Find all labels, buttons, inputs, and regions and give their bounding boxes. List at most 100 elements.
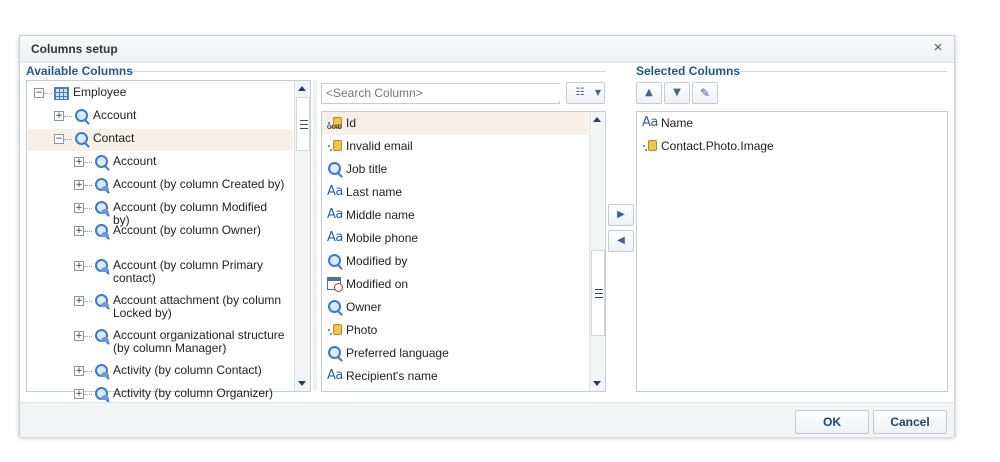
column-list-item[interactable]: Modified by [322, 250, 588, 273]
column-list-item[interactable]: Photo [322, 319, 588, 342]
magnifier-icon [328, 162, 341, 175]
column-list-item[interactable]: Job title [322, 158, 588, 181]
tree-node[interactable]: + Account [27, 106, 293, 128]
available-columns-tree[interactable]: − Employee + Account − Contact + Account + Accoun… [26, 80, 311, 400]
cylinder-shape [333, 140, 342, 151]
grip-icon [595, 289, 603, 298]
column-item-label: Job title [346, 162, 388, 176]
expand-icon[interactable]: + [74, 296, 84, 306]
search-column-box[interactable] [321, 83, 560, 104]
tree-node-label: Account [93, 108, 137, 122]
expand-icon[interactable]: + [74, 203, 84, 213]
collapse-icon[interactable]: − [34, 88, 44, 98]
add-column-button[interactable]: ▶ [608, 204, 634, 226]
scroll-up-icon[interactable] [298, 86, 306, 91]
column-view-button[interactable]: ☷ ▼ [566, 82, 605, 104]
edit-column-button[interactable]: ✎ [692, 82, 718, 104]
expand-icon[interactable]: + [74, 331, 84, 341]
tree-node-label: Account attachment (by column Locked by) [113, 293, 282, 320]
dot [645, 149, 647, 151]
column-list-item[interactable]: Aa Recipient's name [322, 365, 588, 388]
selected-columns-list[interactable]: Aa Name Contact.Photo.Image [636, 111, 948, 392]
tree-node[interactable]: + Account attachment (by column Locked by… [27, 291, 293, 325]
tree-node[interactable]: + Account (by column Modified by) [27, 198, 293, 227]
scroll-thumb[interactable] [591, 250, 605, 336]
scroll-up-icon[interactable] [593, 117, 601, 122]
expand-icon[interactable]: + [54, 111, 64, 121]
remove-column-button[interactable]: ◀ [608, 230, 634, 252]
move-down-button[interactable]: ▼ [664, 82, 690, 104]
columns-list[interactable]: GUID Id Invalid email Job title Aa Last name A… [321, 111, 606, 392]
column-item-label: Recipient's name [346, 369, 438, 383]
user-icon [101, 302, 109, 307]
tree-node[interactable]: + Account (by column Created by) [27, 175, 293, 197]
column-list-item[interactable]: GUID Id [322, 112, 588, 135]
lookup-user-icon [94, 259, 110, 273]
tree-node[interactable]: + Account (by column Owner) [27, 221, 293, 255]
scroll-down-icon[interactable] [593, 381, 601, 386]
dot [643, 145, 645, 147]
column-list-item[interactable]: Invalid email [322, 135, 588, 158]
expand-icon[interactable]: + [74, 389, 84, 399]
guid-icon: GUID [327, 116, 342, 131]
move-up-button[interactable]: ▲ [636, 82, 662, 104]
column-list-item[interactable]: Aa Last name [322, 181, 588, 204]
cylinder-shape [648, 140, 657, 151]
column-item-label: Id [346, 116, 357, 130]
tree-node[interactable]: + Account [27, 152, 293, 174]
dialog-titlebar: Columns setup × [20, 36, 954, 63]
column-list-item[interactable]: Owner [322, 296, 588, 319]
column-list-item[interactable]: Aa Mobile phone [322, 227, 588, 250]
tree-connector [84, 371, 92, 373]
search-column-input[interactable] [322, 84, 560, 101]
tree-node-label: Activity (by column Organizer) [113, 386, 274, 400]
column-item-label: Modified by [346, 254, 408, 268]
scroll-down-icon[interactable] [298, 381, 306, 386]
selected-column-item[interactable]: Aa Name [637, 112, 945, 135]
expand-icon[interactable]: + [74, 261, 84, 271]
column-list-item[interactable]: Preferred language [322, 342, 588, 365]
expand-icon[interactable]: + [74, 366, 84, 376]
magnifier-icon [328, 254, 341, 267]
tree-node-label: Account (by column Created by) [113, 177, 285, 191]
tree-node[interactable]: − Employee [27, 83, 293, 105]
column-item-label: Owner [346, 300, 382, 314]
selected-column-item[interactable]: Contact.Photo.Image [637, 135, 945, 158]
tree-connector [64, 139, 72, 141]
text-icon: Aa [327, 207, 343, 222]
lookup-icon [327, 162, 343, 176]
arrow-down-icon: ▼ [673, 87, 681, 98]
tree-node[interactable]: + Activity (by column Contact) [27, 361, 293, 383]
tree-node[interactable]: + Account (by column Primary contact) [27, 256, 293, 290]
collapse-icon[interactable]: − [54, 134, 64, 144]
cancel-button[interactable]: Cancel [873, 410, 947, 434]
calendar-header [328, 278, 340, 281]
selected-columns-heading: Selected Columns [636, 64, 741, 78]
boolean-icon [327, 139, 342, 153]
close-icon[interactable]: × [930, 39, 946, 57]
available-columns-divider [132, 71, 606, 72]
scroll-thumb[interactable] [296, 97, 310, 151]
tree-scrollbar[interactable] [294, 81, 310, 391]
arrow-up-icon: ▲ [645, 87, 653, 98]
magnifier-icon [95, 155, 108, 168]
expand-icon[interactable]: + [74, 180, 84, 190]
column-item-label: Modified on [346, 277, 409, 291]
columns-scrollbar[interactable] [589, 112, 605, 391]
dropdown-arrow-icon: ▼ [594, 88, 602, 97]
tree-connector [84, 301, 92, 303]
lookup-icon [74, 109, 90, 123]
grip-icon [300, 120, 308, 129]
text-icon: Aa [327, 368, 343, 383]
expand-icon[interactable]: + [74, 226, 84, 236]
expand-icon[interactable]: + [74, 157, 84, 167]
ok-button[interactable]: OK [795, 410, 869, 434]
text-icon: Aa [327, 230, 343, 245]
lookup-user-icon [94, 224, 110, 238]
column-list-item[interactable]: Modified on [322, 273, 588, 296]
tree-node[interactable]: + Account organizational structure (by co… [27, 326, 293, 360]
dot [328, 145, 330, 147]
column-list-item[interactable]: Aa Middle name [322, 204, 588, 227]
splitter-handle[interactable] [313, 80, 317, 390]
tree-node[interactable]: − Contact [27, 129, 293, 151]
